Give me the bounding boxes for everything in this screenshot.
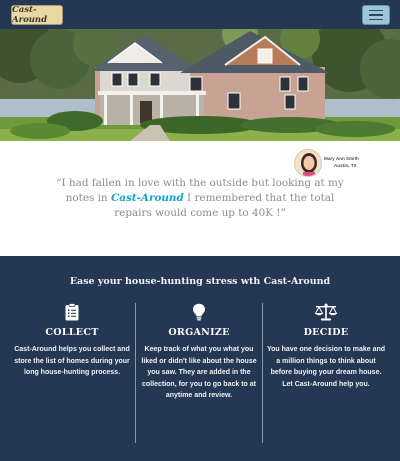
navbar: Cast-Around [0,0,400,29]
features-section: Ease your house-hunting stress wth Cast-… [0,256,400,461]
testimonial-quote: “I had fallen in love with the outside b… [56,177,344,219]
quote-brand-name: Cast-Around [110,192,184,204]
lightbulb-icon [193,303,205,321]
feature-decide: DECIDE You have one decision to make and… [266,301,386,449]
feature-collect: COLLECT Cast-Around helps you collect an… [12,301,132,449]
hero-house-image [0,29,400,141]
menu-toggle-button[interactable] [362,5,390,25]
author-name: Mary Ann Smith [324,156,359,161]
column-divider [262,303,263,443]
feature-title: DECIDE [303,327,349,338]
column-divider [135,303,136,443]
brand-logo[interactable]: Cast-Around [11,5,63,25]
clipboard-list-icon [65,303,79,321]
feature-title: COLLECT [45,327,99,338]
author-location: Austin, TX [334,163,357,168]
feature-title: ORGANIZE [168,327,230,338]
testimonial-section: Mary Ann Smith Austin, TX “I had fallen … [0,141,400,256]
balance-scale-icon [314,303,338,321]
feature-text: You have one decision to make and a mill… [266,346,386,388]
feature-text: Cast-Around helps you collect and store … [14,346,130,376]
author-avatar [294,149,322,177]
feature-text: Keep track of what you what you liked or… [141,346,257,399]
features-heading: Ease your house-hunting stress wth Cast-… [69,276,331,287]
feature-organize: ORGANIZE Keep track of what you what you… [139,301,259,449]
hamburger-menu-icon [369,9,383,12]
